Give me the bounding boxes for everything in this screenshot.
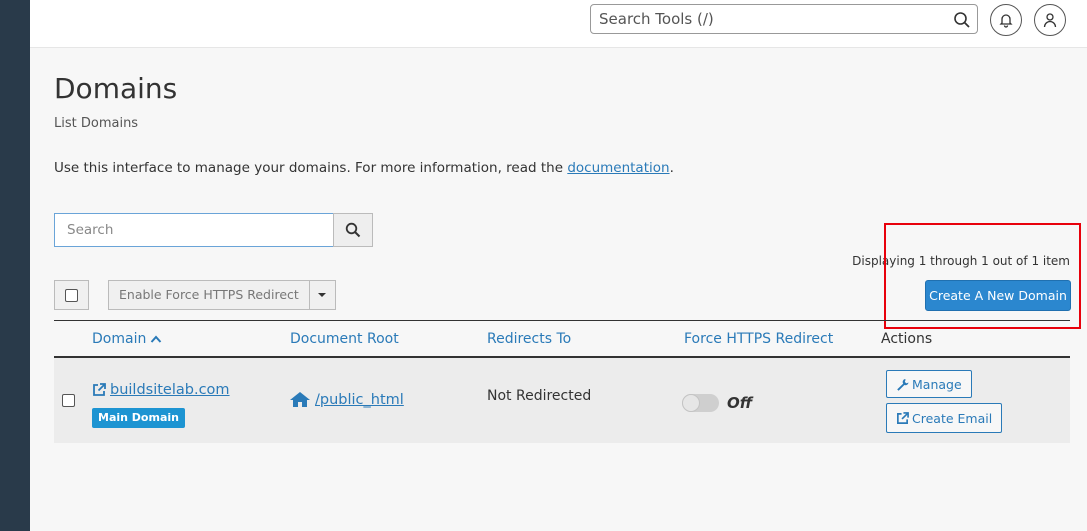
force-https-button-group: Enable Force HTTPS Redirect	[108, 280, 336, 310]
search-icon	[345, 222, 361, 238]
domain-search-input[interactable]	[55, 214, 333, 246]
page-title: Domains	[54, 72, 178, 105]
document-root-path: /public_html	[315, 391, 404, 408]
column-header-domain-label: Domain	[92, 331, 147, 347]
intro-text-body: Use this interface to manage your domain…	[54, 160, 568, 176]
create-email-button-label: Create Email	[912, 410, 993, 426]
domain-link[interactable]: buildsitelab.com	[92, 382, 230, 398]
column-header-redirects-to[interactable]: Redirects To	[487, 331, 571, 347]
select-all-checkbox[interactable]	[65, 288, 78, 302]
column-header-document-root[interactable]: Document Root	[290, 331, 399, 347]
document-root-link[interactable]: /public_html	[289, 391, 404, 408]
tool-search-box[interactable]	[590, 4, 978, 34]
top-header	[30, 0, 1087, 48]
tool-search-input[interactable]	[591, 5, 941, 33]
column-header-force-https[interactable]: Force HTTPS Redirect	[684, 331, 833, 347]
table-row: buildsitelab.com Main Domain /public_htm…	[54, 358, 1070, 443]
documentation-link[interactable]: documentation	[567, 160, 669, 176]
intro-text: Use this interface to manage your domain…	[54, 160, 674, 176]
left-sidebar-rail	[0, 0, 30, 531]
external-link-icon	[93, 383, 106, 396]
domain-search-box[interactable]	[54, 213, 334, 247]
caret-down-icon	[318, 293, 327, 297]
manage-button[interactable]: Manage	[886, 370, 972, 398]
table-top-divider	[54, 320, 1070, 321]
page-subtitle: List Domains	[54, 116, 139, 131]
select-all-checkbox-wrapper[interactable]	[54, 280, 89, 310]
domain-search-button[interactable]	[333, 213, 373, 247]
domain-name: buildsitelab.com	[110, 382, 230, 398]
column-header-domain[interactable]: Domain	[92, 331, 162, 347]
wrench-icon	[897, 378, 909, 391]
enable-force-https-button[interactable]: Enable Force HTTPS Redirect	[108, 280, 310, 310]
create-email-button[interactable]: Create Email	[886, 403, 1003, 433]
force-https-dropdown-toggle[interactable]	[309, 280, 336, 310]
bell-icon	[999, 14, 1013, 28]
sort-ascending-icon	[151, 335, 162, 343]
redirects-to-value: Not Redirected	[487, 388, 592, 404]
force-https-toggle-label: Off	[727, 394, 753, 412]
toggle-knob	[682, 394, 700, 412]
home-icon	[290, 392, 310, 407]
notifications-button[interactable]	[990, 4, 1022, 36]
force-https-toggle[interactable]	[682, 394, 719, 412]
highlight-annotation-box	[884, 223, 1081, 329]
main-domain-badge: Main Domain	[92, 408, 185, 428]
search-icon[interactable]	[953, 11, 971, 29]
user-icon	[1043, 13, 1057, 28]
manage-button-label: Manage	[912, 376, 962, 392]
column-header-actions: Actions	[881, 331, 933, 347]
user-menu-button[interactable]	[1034, 4, 1066, 36]
row-checkbox[interactable]	[62, 394, 75, 407]
external-link-icon	[897, 411, 909, 424]
intro-text-end: .	[669, 160, 674, 176]
